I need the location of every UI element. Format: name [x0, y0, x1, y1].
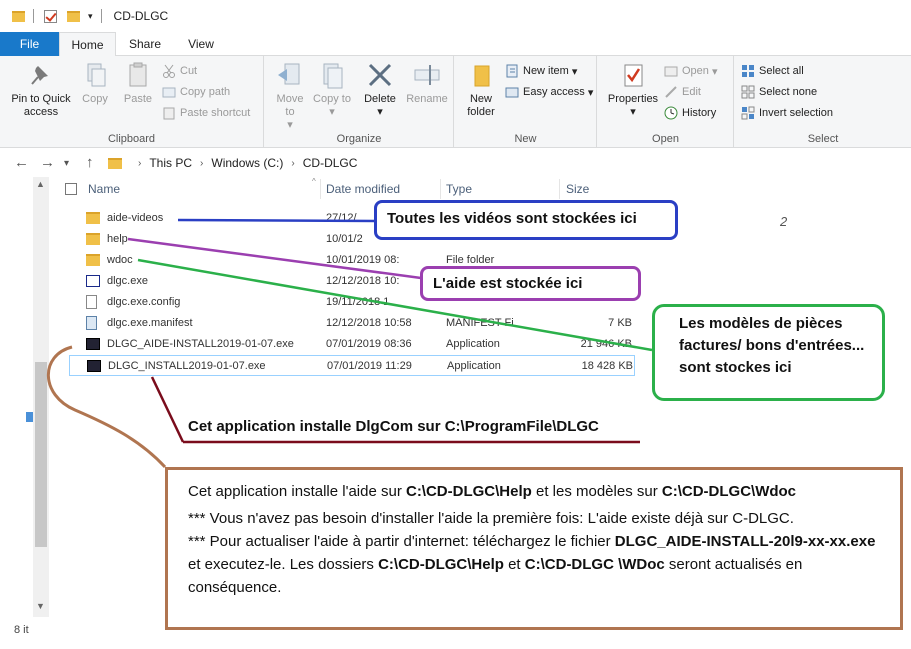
info-note: Cet application installe l'aide sur C:\C…: [165, 467, 903, 630]
callout-installer: Cet application installe DlgCom sur C:\P…: [188, 418, 599, 435]
note-line-3: *** Pour actualiser l'aide à partir d'in…: [188, 533, 876, 596]
note-line-1: Cet application installe l'aide sur C:\C…: [188, 483, 797, 500]
callout-wdoc: Les modèles de pièces factures/ bons d'e…: [652, 304, 885, 401]
callout-help: L'aide est stockée ici: [420, 266, 641, 301]
callout-videos: Toutes les vidéos sont stockées ici: [374, 200, 678, 240]
note-line-2: *** Vous n'avez pas besoin d'installer l…: [188, 510, 794, 527]
page-number: 2: [780, 214, 788, 229]
